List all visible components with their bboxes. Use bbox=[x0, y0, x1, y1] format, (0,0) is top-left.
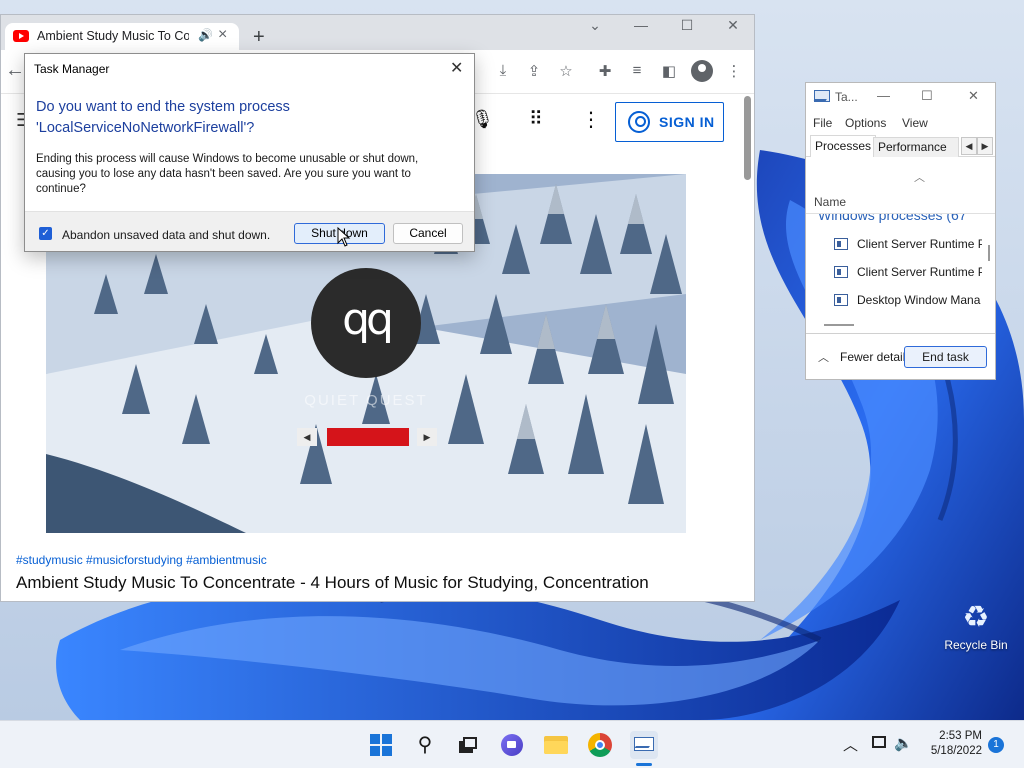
file-explorer-icon[interactable] bbox=[542, 731, 570, 759]
process-icon bbox=[834, 294, 848, 306]
settings-more-icon[interactable]: ⋮ bbox=[581, 107, 601, 132]
task-manager-title: Ta... bbox=[835, 90, 858, 104]
end-task-button[interactable]: End task bbox=[904, 346, 987, 368]
media-icon[interactable]: ≡ bbox=[626, 62, 648, 79]
speaker-icon[interactable]: 🔊 bbox=[198, 28, 213, 42]
dialog-footer: ✓ Abandon unsaved data and shut down. Sh… bbox=[25, 211, 474, 251]
taskbar: ⚲ ︿ 🔈 2:53 PM 5/18/2022 1 bbox=[0, 720, 1024, 768]
recycle-bin-shortcut[interactable]: ♻ Recycle Bin bbox=[940, 598, 1012, 652]
notification-badge[interactable]: 1 bbox=[988, 737, 1004, 753]
end-process-dialog: Task Manager ✕ Do you want to end the sy… bbox=[24, 53, 475, 252]
tm-minimize-button[interactable]: — bbox=[877, 88, 890, 103]
profile-icon[interactable] bbox=[691, 60, 713, 82]
network-icon[interactable] bbox=[872, 736, 886, 748]
cursor-arrow-icon bbox=[337, 227, 351, 247]
process-icon bbox=[834, 266, 848, 278]
abandon-data-checkbox[interactable]: ✓ bbox=[39, 227, 52, 240]
process-row[interactable]: Desktop Window Mana bbox=[834, 290, 994, 312]
quiet-quest-logo: qq bbox=[311, 268, 421, 378]
page-scrollbar[interactable] bbox=[744, 96, 751, 180]
volume-icon[interactable]: 🔈 bbox=[894, 734, 913, 752]
column-header-name[interactable]: Name bbox=[814, 195, 846, 209]
chevron-up-icon[interactable]: ︿ bbox=[818, 349, 829, 365]
chrome-icon[interactable] bbox=[586, 731, 614, 759]
fewer-details-link[interactable]: Fewer detail bbox=[840, 350, 905, 364]
brand-watermark: QUIET QUEST bbox=[304, 392, 428, 409]
video-title: Ambient Study Music To Concentrate - 4 H… bbox=[16, 573, 649, 592]
share-icon[interactable]: ⇪ bbox=[523, 62, 545, 80]
progress-fill bbox=[327, 428, 409, 446]
tab-search-chevron-icon[interactable]: ⌄ bbox=[580, 17, 610, 34]
process-list: Windows processes (67 Client Server Runt… bbox=[806, 213, 995, 331]
video-hashtags[interactable]: #studymusic #musicforstudying #ambientmu… bbox=[16, 553, 267, 567]
process-list-vertical-scrollbar[interactable] bbox=[988, 245, 990, 261]
start-icon[interactable] bbox=[367, 731, 395, 759]
close-tab-icon[interactable]: × bbox=[218, 26, 227, 44]
process-name: Desktop Window Mana bbox=[857, 293, 981, 307]
search-icon[interactable]: ⚲ bbox=[411, 731, 439, 759]
menu-options[interactable]: Options bbox=[845, 116, 886, 130]
cancel-button[interactable]: Cancel bbox=[393, 223, 463, 244]
tm-close-button[interactable]: ✕ bbox=[968, 88, 979, 104]
tab-processes[interactable]: Processes bbox=[810, 135, 877, 157]
tab-youtube-video[interactable]: Ambient Study Music To Con 🔊 × bbox=[5, 23, 239, 50]
tab-scroll-left-icon[interactable]: ◀ bbox=[961, 137, 977, 155]
recycle-bin-label: Recycle Bin bbox=[944, 638, 1008, 652]
task-manager-app-icon bbox=[814, 90, 830, 102]
tm-maximize-button[interactable]: ☐ bbox=[921, 88, 933, 104]
task-manager-tabs: Processes Performance ◀ ▶ bbox=[806, 135, 995, 157]
active-app-indicator bbox=[636, 763, 652, 766]
dialog-title: Task Manager bbox=[34, 62, 110, 76]
star-icon[interactable]: ☆ bbox=[555, 62, 577, 80]
clock[interactable]: 2:53 PM 5/18/2022 bbox=[922, 729, 982, 759]
sort-chevron-icon[interactable]: ︿ bbox=[914, 169, 925, 185]
task-manager-window: Ta... — ☐ ✕ File Options View Processes … bbox=[805, 82, 996, 380]
account-icon bbox=[628, 111, 650, 133]
process-group-header: Windows processes (67 bbox=[818, 213, 967, 223]
minimize-button[interactable]: — bbox=[626, 17, 656, 33]
task-manager-titlebar: Ta... — ☐ ✕ bbox=[806, 83, 995, 111]
process-list-horizontal-scrollbar[interactable] bbox=[824, 324, 854, 326]
back-arrow-icon[interactable]: ← bbox=[5, 59, 25, 82]
menu-file[interactable]: File bbox=[813, 116, 832, 130]
task-manager-icon[interactable] bbox=[630, 731, 658, 759]
progress-bar[interactable] bbox=[327, 428, 409, 446]
maximize-button[interactable]: ☐ bbox=[672, 17, 702, 34]
dialog-message: Ending this process will cause Windows t… bbox=[36, 153, 419, 195]
process-row[interactable]: Client Server Runtime P bbox=[834, 234, 994, 256]
tab-performance[interactable]: Performance bbox=[873, 137, 959, 157]
recycle-bin-icon: ♻ bbox=[962, 601, 990, 634]
task-manager-footer: ︿ Fewer detail End task bbox=[806, 333, 995, 379]
abandon-data-label: Abandon unsaved data and shut down. bbox=[62, 228, 271, 242]
process-icon bbox=[834, 238, 848, 250]
tab-scroll-right-icon[interactable]: ▶ bbox=[977, 137, 993, 155]
menu-view[interactable]: View bbox=[902, 116, 928, 130]
forward-icon[interactable]: ▶ bbox=[417, 428, 437, 446]
apps-grid-icon[interactable]: ⠿ bbox=[529, 108, 543, 131]
tab-title: Ambient Study Music To Con bbox=[37, 29, 189, 43]
process-row[interactable]: Client Server Runtime P bbox=[834, 262, 994, 284]
clock-date: 5/18/2022 bbox=[930, 745, 982, 757]
dialog-heading: Do you want to end the system process 'L… bbox=[36, 99, 290, 136]
clock-time: 2:53 PM bbox=[939, 730, 982, 742]
youtube-favicon-icon bbox=[13, 30, 29, 42]
process-name: Client Server Runtime P bbox=[857, 265, 982, 279]
extensions-icon[interactable]: ✚ bbox=[594, 62, 616, 80]
new-tab-button[interactable]: + bbox=[253, 27, 265, 47]
more-icon[interactable]: ⋮ bbox=[723, 62, 745, 80]
close-icon[interactable]: ✕ bbox=[450, 58, 463, 78]
sign-in-label: SIGN IN bbox=[659, 114, 715, 130]
sidebar-icon[interactable]: ◧ bbox=[658, 62, 680, 80]
show-hidden-icons-chevron-icon[interactable]: ︿ bbox=[843, 734, 858, 755]
task-view-icon[interactable] bbox=[454, 731, 482, 759]
close-window-button[interactable]: ✕ bbox=[718, 17, 748, 34]
chat-icon[interactable] bbox=[498, 731, 526, 759]
tab-strip: Ambient Study Music To Con 🔊 × + ⌄ — ☐ ✕ bbox=[1, 15, 754, 50]
install-icon[interactable]: ⤓ bbox=[492, 62, 514, 79]
rewind-icon[interactable]: ◀ bbox=[297, 428, 317, 446]
process-name: Client Server Runtime P bbox=[857, 237, 982, 251]
sign-in-button[interactable]: SIGN IN bbox=[615, 102, 724, 142]
task-manager-menu: File Options View bbox=[806, 113, 995, 133]
